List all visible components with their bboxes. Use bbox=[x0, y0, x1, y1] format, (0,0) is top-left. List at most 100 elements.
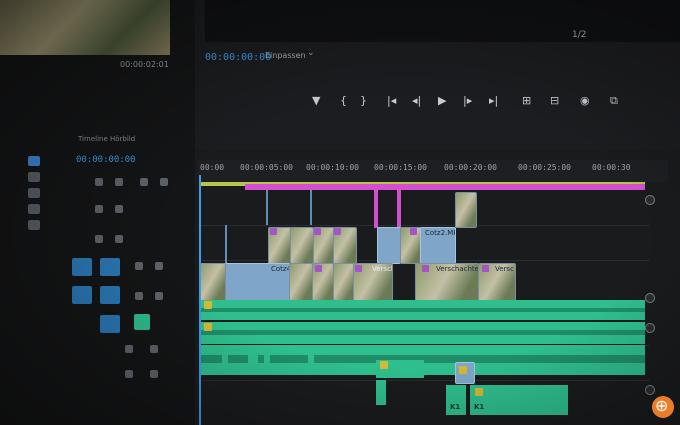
insert-icon[interactable]: ⊞ bbox=[522, 94, 531, 107]
video-clip[interactable] bbox=[455, 192, 477, 228]
track-scroll-knob[interactable] bbox=[645, 195, 655, 205]
audio-effect-icon bbox=[380, 361, 388, 369]
video-clip[interactable] bbox=[333, 263, 355, 301]
clip-label: Versc bbox=[495, 265, 514, 273]
source-monitor-preview bbox=[0, 0, 170, 55]
track-solo-icon[interactable] bbox=[150, 345, 158, 353]
slip-tool-icon[interactable] bbox=[28, 220, 40, 230]
fx-badge-icon bbox=[422, 265, 429, 272]
track-target-a1-button[interactable] bbox=[100, 286, 120, 304]
selection-tool-icon[interactable] bbox=[28, 156, 40, 166]
track-scroll-knob[interactable] bbox=[645, 385, 655, 395]
audio-clip[interactable] bbox=[248, 350, 258, 366]
track-mute-icon[interactable] bbox=[125, 370, 133, 378]
go-to-in-icon[interactable]: |◂ bbox=[387, 94, 396, 107]
overwrite-icon[interactable]: ⊟ bbox=[550, 94, 559, 107]
playhead[interactable] bbox=[199, 175, 201, 425]
audio-effect-icon bbox=[204, 301, 212, 309]
video-clip[interactable] bbox=[289, 263, 313, 301]
zoom-glyph: ⊕ bbox=[655, 396, 669, 415]
video-clip[interactable] bbox=[200, 263, 226, 301]
mark-in-icon[interactable]: ▼ bbox=[312, 94, 320, 107]
ruler-tick-label: 00:00:10:00 bbox=[306, 163, 359, 172]
track-solo-icon[interactable] bbox=[150, 370, 158, 378]
track-mute-icon[interactable] bbox=[135, 262, 143, 270]
track-select-tool-icon[interactable] bbox=[28, 172, 40, 182]
mark-in-bracket-icon[interactable]: { bbox=[340, 94, 347, 107]
zoom-icon[interactable]: ⊕ bbox=[652, 396, 674, 418]
audio-effect-icon bbox=[459, 366, 467, 374]
clip-label: Verschachtel bbox=[436, 265, 479, 273]
clip-label: Verschach bbox=[372, 265, 392, 273]
fx-badge-icon bbox=[410, 228, 417, 235]
source-timecode: 00:00:02:01 bbox=[120, 60, 169, 69]
track-output-icon[interactable] bbox=[115, 235, 123, 243]
audio-effect-icon bbox=[475, 388, 483, 396]
resolution-dropdown[interactable]: 1/2 bbox=[572, 30, 586, 40]
ruler-tick-label: 00:00:20:00 bbox=[444, 163, 497, 172]
marker[interactable] bbox=[374, 190, 378, 228]
ruler-tick-label: 00:00:15:00 bbox=[374, 163, 427, 172]
sequence-timecode[interactable]: 00:00:00:00 bbox=[76, 155, 136, 165]
chevron-down-icon[interactable]: ⌄ bbox=[307, 48, 315, 58]
fx-badge-icon bbox=[314, 228, 321, 235]
razor-tool-icon[interactable] bbox=[28, 204, 40, 214]
track-solo-icon[interactable] bbox=[155, 292, 163, 300]
premiere-editor: 00:00:02:01 Timeline Hörbild 00:00:00:00 bbox=[0, 0, 680, 425]
source-patch-a1-button[interactable] bbox=[72, 286, 92, 304]
track-scroll-knob[interactable] bbox=[645, 323, 655, 333]
add-marker-icon[interactable] bbox=[140, 178, 148, 186]
track-scroll-knob[interactable] bbox=[645, 293, 655, 303]
track-mute-icon[interactable] bbox=[135, 292, 143, 300]
audio-effect-icon bbox=[204, 323, 212, 331]
ripple-edit-tool-icon[interactable] bbox=[28, 188, 40, 198]
clip-label: Cotz4 bbox=[271, 265, 290, 273]
timeline-settings-icon[interactable] bbox=[160, 178, 168, 186]
clip-label: K1 bbox=[474, 403, 485, 411]
ruler-tick-label: 00:00:30 bbox=[592, 163, 631, 172]
snap-icon[interactable] bbox=[95, 178, 103, 186]
audio-clip[interactable] bbox=[308, 350, 314, 366]
edit-line bbox=[310, 190, 312, 225]
linked-selection-icon[interactable] bbox=[115, 178, 123, 186]
fx-badge-icon bbox=[482, 265, 489, 272]
video-clip[interactable]: Cotz2.MP bbox=[420, 227, 456, 264]
audio-waveform bbox=[200, 330, 645, 335]
step-back-icon[interactable]: ◂| bbox=[412, 94, 421, 107]
audio-clip[interactable] bbox=[222, 350, 228, 366]
track-target-a2-button[interactable] bbox=[100, 315, 120, 333]
audio-clip[interactable] bbox=[376, 380, 386, 405]
program-timecode[interactable]: 00:00:00:00 bbox=[205, 52, 271, 63]
track-solo-icon[interactable] bbox=[155, 262, 163, 270]
track-lock-icon[interactable] bbox=[95, 235, 103, 243]
sequence-tab[interactable]: Timeline Hörbild bbox=[78, 135, 135, 143]
mark-out-bracket-icon[interactable]: } bbox=[360, 94, 367, 107]
source-patch-v1-button[interactable] bbox=[72, 258, 92, 276]
go-to-out-icon[interactable]: ▸| bbox=[489, 94, 498, 107]
fx-badge-icon bbox=[334, 228, 341, 235]
audio-clip[interactable]: K1 bbox=[446, 385, 466, 415]
video-clip[interactable] bbox=[377, 227, 401, 264]
play-icon[interactable]: ▶ bbox=[438, 94, 446, 107]
fx-badge-icon bbox=[270, 228, 277, 235]
tools-panel bbox=[28, 150, 58, 236]
export-frame-icon[interactable]: ◉ bbox=[580, 94, 590, 107]
render-bar bbox=[245, 184, 645, 190]
clip-label: K1 bbox=[450, 403, 461, 411]
video-clip[interactable] bbox=[290, 227, 314, 264]
track-mute-icon[interactable] bbox=[125, 345, 133, 353]
fx-badge-icon bbox=[355, 265, 362, 272]
track-lock-icon[interactable] bbox=[95, 205, 103, 213]
marker[interactable] bbox=[397, 190, 401, 228]
left-panel: 00:00:02:01 Timeline Hörbild 00:00:00:00 bbox=[0, 0, 195, 425]
track-output-icon[interactable] bbox=[115, 205, 123, 213]
button-editor-icon[interactable]: ⧉ bbox=[610, 94, 618, 108]
edit-line bbox=[225, 225, 227, 265]
track-divider bbox=[198, 225, 650, 226]
audio-clip[interactable]: K1 bbox=[470, 385, 568, 415]
fit-dropdown[interactable]: Einpassen bbox=[265, 51, 306, 60]
audio-clip[interactable] bbox=[264, 350, 270, 366]
solo-track-button[interactable] bbox=[134, 314, 150, 330]
step-forward-icon[interactable]: |▸ bbox=[463, 94, 472, 107]
track-target-v1-button[interactable] bbox=[100, 258, 120, 276]
